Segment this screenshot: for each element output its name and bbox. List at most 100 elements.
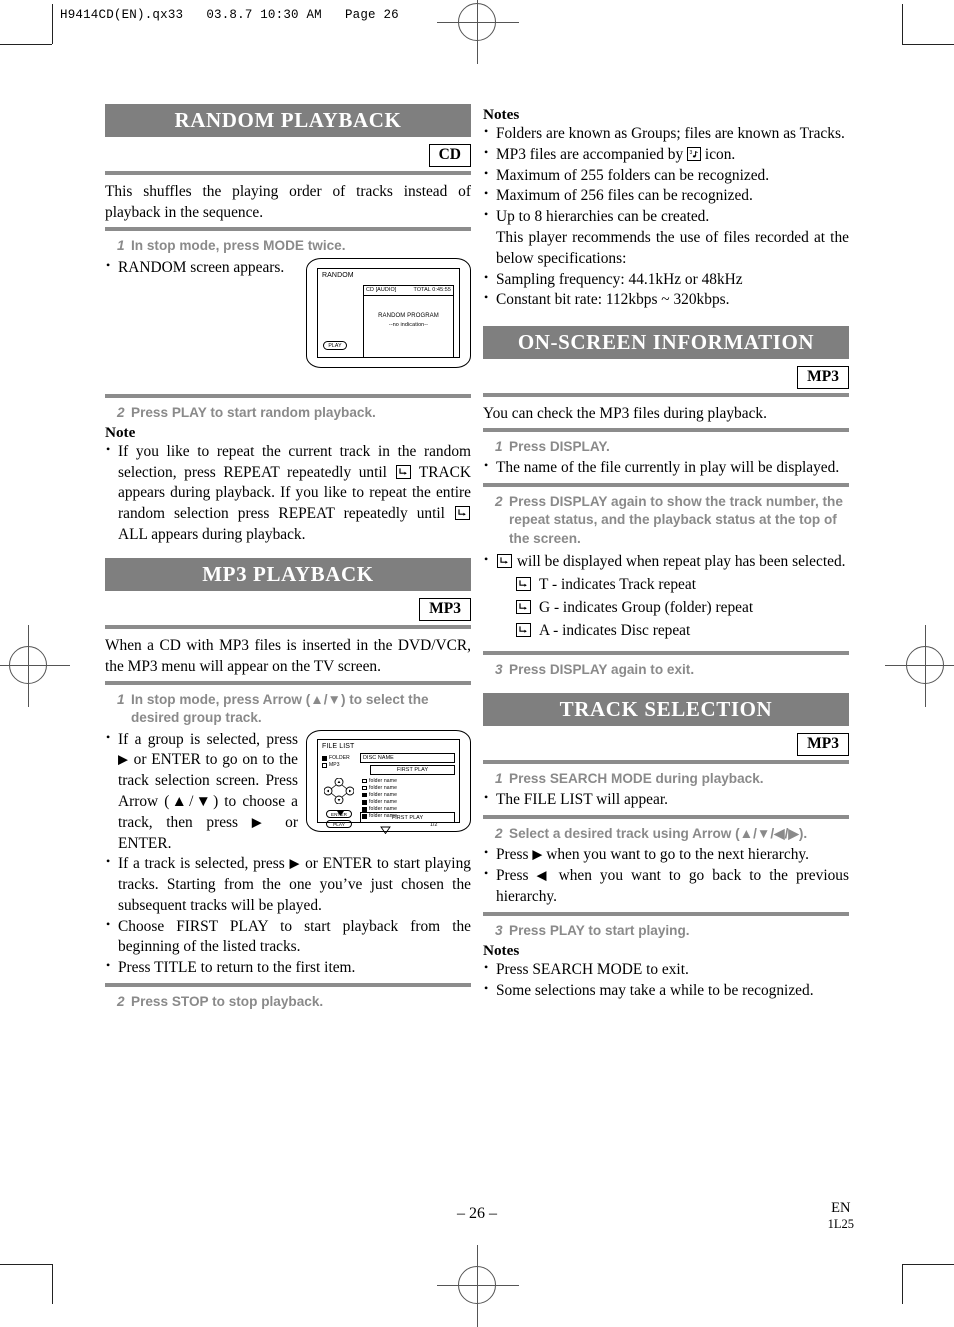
bullet-track-selected: If a track is selected, press ▶ or ENTER… xyxy=(105,853,471,916)
step-ts-2: 2 Select a desired track using Arrow (▲/… xyxy=(483,825,849,843)
section-on-screen-information: ON-SCREEN INFORMATION MP3 You can check … xyxy=(483,326,849,679)
section-track-selection: TRACK SELECTION MP3 1 Press SEARCH MODE … xyxy=(483,693,849,1001)
random-step1-bullets: RANDOM screen appears. xyxy=(105,257,471,279)
repeat-mode-label: A - indicates Disc repeat xyxy=(539,621,691,639)
badge-row-mp3-playback: MP3 xyxy=(105,597,471,621)
repeat-mode-label: T - indicates Track repeat xyxy=(539,575,696,593)
divider-rule xyxy=(105,227,471,232)
divider-rule xyxy=(483,911,849,916)
step-text: Press PLAY to start random playback. xyxy=(131,404,376,420)
bullet-text-a: If a group is selected, press xyxy=(118,730,298,748)
note-heading: Note xyxy=(105,423,136,441)
step-random-2: 2 Press PLAY to start random playback. xyxy=(105,404,471,422)
bullet-repeat-note: If you like to repeat the current track … xyxy=(105,441,471,546)
mp3-note-icon: 3 xyxy=(687,146,702,161)
notes-heading: Notes xyxy=(483,106,520,123)
note-text-a: MP3 files are accompanied by xyxy=(496,145,684,163)
divider-rule xyxy=(105,983,471,988)
bullet-repeat-displayed: will be displayed when repeat play has b… xyxy=(483,551,849,573)
note-sampling-frequency: Sampling frequency: 44.1kHz or 48kHz xyxy=(483,269,849,291)
section-title-on-screen-information: ON-SCREEN INFORMATION xyxy=(483,326,849,360)
note-folders-groups: Folders are known as Groups; files are k… xyxy=(483,123,849,145)
bullet-random-screen-appears: RANDOM screen appears. xyxy=(105,257,471,279)
badge-row-random: CD xyxy=(105,144,471,167)
repeat-icon xyxy=(395,464,411,479)
note-hierarchies: Up to 8 hierarchies can be created. xyxy=(483,206,849,228)
step-text: Press SEARCH MODE during playback. xyxy=(509,771,764,787)
section-random-playback: RANDOM PLAYBACK CD This shuffles the pla… xyxy=(105,104,471,546)
random-note-list: If you like to repeat the current track … xyxy=(105,441,471,546)
bullet-text-b: when you want to go to the next hierarch… xyxy=(546,846,809,864)
step-mp3-1: 1 In stop mode, press Arrow (▲/▼) to sel… xyxy=(105,691,471,727)
manual-page: RANDOM PLAYBACK CD This shuffles the pla… xyxy=(0,0,954,1308)
step-random-1: 1 In stop mode, press MODE twice. xyxy=(105,237,471,255)
note-max-folders: Maximum of 255 folders can be recognized… xyxy=(483,165,849,187)
disc-badge-mp3: MP3 xyxy=(797,366,849,390)
ts-notes-heading: Notes xyxy=(483,941,520,959)
note-recognition-delay: Some selections may take a while to be r… xyxy=(483,980,849,1002)
right-arrow-icon: ▶ xyxy=(251,814,272,830)
step-number: 1 xyxy=(495,771,503,787)
section-title-random-playback: RANDOM PLAYBACK xyxy=(105,104,471,138)
osd-program-title: RANDOM PROGRAM xyxy=(378,312,439,319)
disc-badge-mp3: MP3 xyxy=(419,597,471,621)
right-arrow-icon: ▶ xyxy=(118,751,129,767)
repeat-icon xyxy=(454,506,470,521)
bullet-file-name-displayed: The name of the file currently in play w… xyxy=(483,457,849,479)
note-mp3-icon: MP3 files are accompanied by 3 icon. xyxy=(483,144,849,166)
disc-badge-cd: CD xyxy=(428,144,471,167)
mp3-playback-bullets: If a group is selected, press ▶ or ENTER… xyxy=(105,729,471,980)
step-number: 1 xyxy=(117,238,125,254)
repeat-mode-group: G - indicates Group (folder) repeat xyxy=(483,596,849,619)
note-text-c: ALL appears during playback. xyxy=(118,525,306,543)
step-text: Press PLAY to start playing. xyxy=(509,922,690,938)
step-text: Press STOP to stop playback. xyxy=(131,994,324,1010)
step-number: 2 xyxy=(117,404,125,420)
step-text: Press DISPLAY. xyxy=(509,439,610,455)
osd-play-button: PLAY xyxy=(323,340,347,350)
disc-badge-mp3: MP3 xyxy=(797,733,849,757)
bullet-group-selected: If a group is selected, press ▶ or ENTER… xyxy=(105,729,471,855)
step-number: 1 xyxy=(495,439,503,455)
ts-step2-bullets: Press ▶ when you want to go to the next … xyxy=(483,844,849,907)
divider-rule xyxy=(105,170,471,175)
step-number: 2 xyxy=(495,826,503,842)
step-ts-1: 1 Press SEARCH MODE during playback. xyxy=(483,770,849,788)
note-bit-rate: Constant bit rate: 112kbps ~ 320kbps. xyxy=(483,289,849,311)
step-number: 2 xyxy=(117,994,125,1010)
note-max-files: Maximum of 256 files can be recognized. xyxy=(483,185,849,207)
footer-code: 1L25 xyxy=(827,1216,854,1231)
left-column: RANDOM PLAYBACK CD This shuffles the pla… xyxy=(105,104,471,1013)
section-mp3-notes: Notes Folders are known as Groups; files… xyxy=(483,106,849,311)
page-number: – 26 – xyxy=(457,1205,497,1222)
section-title-track-selection: TRACK SELECTION xyxy=(483,693,849,727)
divider-rule xyxy=(105,624,471,629)
step-text: Select a desired track using Arrow (▲/▼/… xyxy=(509,826,808,842)
divider-rule xyxy=(105,393,471,398)
badge-row-track-selection: MP3 xyxy=(483,733,849,757)
section-mp3-playback: MP3 PLAYBACK MP3 When a CD with MP3 file… xyxy=(105,557,471,1012)
repeat-icon xyxy=(497,553,512,568)
repeat-mode-track: T - indicates Track repeat xyxy=(483,573,849,596)
osi-step1-bullets: The name of the file currently in play w… xyxy=(483,457,849,479)
osi-repeat-bullets: will be displayed when repeat play has b… xyxy=(483,551,849,573)
bullet-title-return: Press TITLE to return to the first item. xyxy=(105,957,471,979)
step-number: 2 xyxy=(495,494,503,510)
note-search-mode-exit: Press SEARCH MODE to exit. xyxy=(483,959,849,981)
divider-rule xyxy=(483,815,849,820)
mp3-intro-text: When a CD with MP3 files is inserted in … xyxy=(105,636,471,675)
footer-language: EN xyxy=(831,1200,851,1216)
step-osi-2: 2 Press DISPLAY again to show the track … xyxy=(483,493,849,548)
osd-program-sub: --no indication-- xyxy=(388,321,429,328)
step-text: In stop mode, press MODE twice. xyxy=(131,238,346,254)
bullet-text-a: If a track is selected, press xyxy=(118,855,285,873)
step-osi-3: 3 Press DISPLAY again to exit. xyxy=(483,661,849,679)
figure-spacer xyxy=(105,370,471,390)
repeat-icon xyxy=(516,577,531,592)
bullet-first-play: Choose FIRST PLAY to start playback from… xyxy=(105,916,471,959)
svg-text:3: 3 xyxy=(690,150,693,156)
divider-rule xyxy=(483,651,849,656)
repeat-mode-label: G - indicates Group (folder) repeat xyxy=(539,598,754,616)
osi-intro-text: You can check the MP3 files during playb… xyxy=(483,405,767,423)
step-mp3-2: 2 Press STOP to stop playback. xyxy=(105,993,471,1011)
